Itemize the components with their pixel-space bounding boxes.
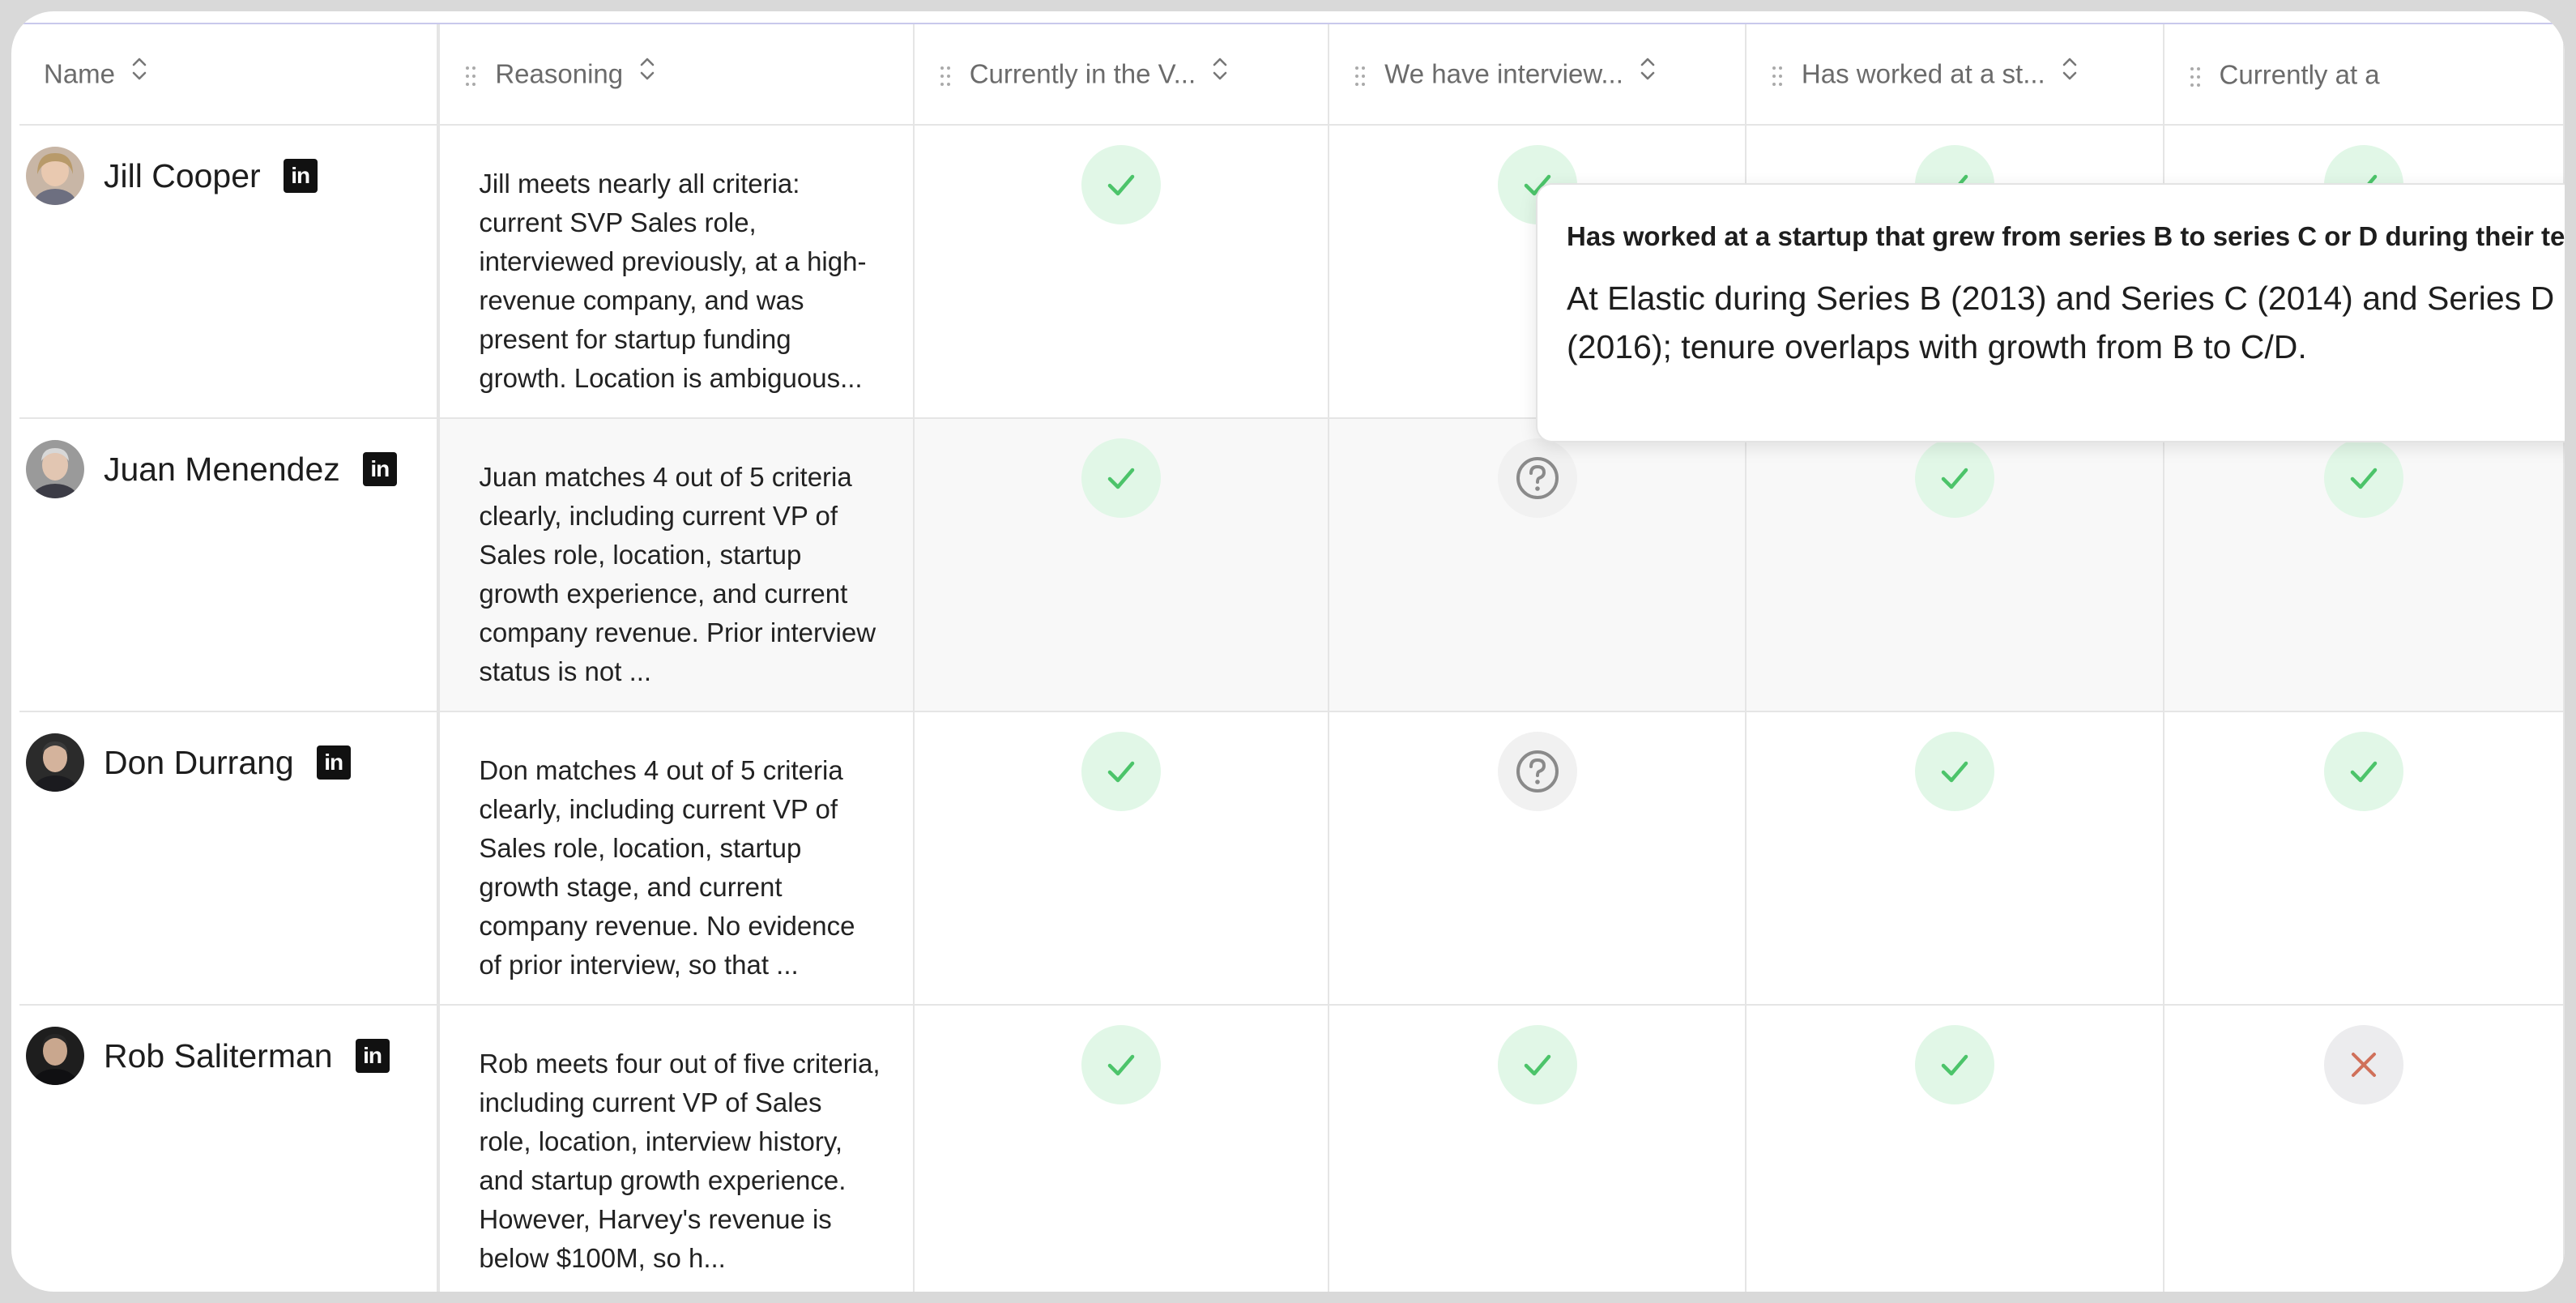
name-cell: Rob Saliterman in — [19, 1005, 441, 1292]
check-icon — [1941, 1054, 1968, 1076]
avatar — [26, 1027, 84, 1085]
column-header-currently-at[interactable]: Currently at a — [2163, 24, 2565, 126]
status-badge[interactable] — [1914, 1025, 1994, 1104]
person-name[interactable]: Juan Menendez — [104, 451, 340, 489]
app-window: Name Reasoning Currently in the V... We … — [11, 11, 2565, 1292]
sort-icon[interactable] — [2062, 55, 2078, 89]
name-cell: Jill Cooper in — [19, 125, 441, 419]
status-badge[interactable] — [2323, 732, 2403, 811]
status-badge[interactable] — [1914, 438, 1994, 518]
status-badge[interactable] — [2323, 438, 2403, 518]
question-circle-icon — [1516, 750, 1559, 792]
person-name[interactable]: Jill Cooper — [104, 157, 261, 195]
check-icon — [1107, 468, 1135, 489]
status-cell — [1329, 711, 1746, 1006]
tooltip-body: At Elastic during Series B (2013) and Se… — [1567, 280, 2555, 365]
avatar — [26, 733, 84, 792]
table-header-row: Name Reasoning Currently in the V... We … — [19, 24, 2565, 126]
drag-handle-icon[interactable] — [466, 62, 476, 86]
status-cell — [913, 418, 1330, 712]
status-cell — [2163, 711, 2565, 1006]
status-badge[interactable] — [1914, 732, 1994, 811]
status-cell — [1745, 418, 2164, 712]
question-circle-icon — [1516, 457, 1559, 499]
status-badge[interactable] — [1081, 438, 1161, 518]
status-badge[interactable] — [1081, 732, 1161, 811]
reasoning-cell: Jill meets nearly all criteria: current … — [438, 125, 915, 419]
status-badge[interactable] — [2323, 1025, 2403, 1104]
person-name[interactable]: Don Durrang — [104, 744, 294, 782]
linkedin-icon[interactable]: in — [283, 159, 318, 193]
column-header-name[interactable]: Name — [19, 24, 441, 126]
table-row: Rob Saliterman in Rob meets four out of … — [19, 1005, 2565, 1292]
status-cell — [1745, 1005, 2164, 1292]
avatar — [26, 440, 84, 498]
status-badge[interactable] — [1497, 732, 1577, 811]
status-cell — [2163, 1005, 2565, 1292]
reasoning-cell: Juan matches 4 out of 5 criteria clearly… — [438, 418, 915, 712]
criteria-tooltip: Has worked at a startup that grew from s… — [1536, 183, 2565, 442]
drag-handle-icon[interactable] — [1772, 62, 1782, 86]
sort-icon[interactable] — [131, 55, 147, 89]
person-name[interactable]: Rob Saliterman — [104, 1037, 333, 1075]
column-header-interviewed[interactable]: We have interview... — [1329, 24, 1746, 126]
name-cell: Don Durrang in — [19, 711, 441, 1006]
drag-handle-icon[interactable] — [2190, 63, 2200, 87]
check-icon — [2350, 468, 2378, 489]
status-cell — [913, 1005, 1330, 1292]
linkedin-icon[interactable]: in — [362, 452, 397, 486]
status-cell — [913, 711, 1330, 1006]
drag-handle-icon[interactable] — [940, 62, 950, 86]
linkedin-icon[interactable]: in — [316, 745, 351, 780]
status-badge[interactable] — [1081, 145, 1161, 224]
table-row: Juan Menendez in Juan matches 4 out of 5… — [19, 418, 2565, 712]
sort-icon[interactable] — [1212, 55, 1228, 89]
sort-icon[interactable] — [639, 55, 655, 89]
cross-icon — [2351, 1053, 2376, 1077]
check-icon — [1107, 1054, 1135, 1076]
status-cell — [1745, 711, 2164, 1006]
check-icon — [1941, 468, 1968, 489]
status-cell — [913, 125, 1330, 419]
name-cell: Juan Menendez in — [19, 418, 441, 712]
column-header-currently-in-role[interactable]: Currently in the V... — [913, 24, 1330, 126]
column-header-startup-growth[interactable]: Has worked at a st... — [1745, 24, 2164, 126]
column-header-reasoning[interactable]: Reasoning — [438, 24, 915, 126]
status-cell — [1329, 1005, 1746, 1292]
sort-icon[interactable] — [1640, 55, 1656, 89]
linkedin-icon[interactable]: in — [355, 1039, 390, 1073]
check-icon — [1107, 174, 1135, 196]
reasoning-cell: Don matches 4 out of 5 criteria clearly,… — [438, 711, 915, 1006]
avatar — [26, 147, 84, 205]
check-icon — [1524, 1054, 1550, 1076]
status-badge[interactable] — [1497, 1025, 1577, 1104]
reasoning-cell: Rob meets four out of five criteria, inc… — [438, 1005, 915, 1292]
check-icon — [1107, 761, 1135, 783]
drag-handle-icon[interactable] — [1355, 62, 1366, 86]
tooltip-title: Has worked at a startup that grew from s… — [1567, 221, 2565, 251]
table-row: Don Durrang in Don matches 4 out of 5 cr… — [19, 711, 2565, 1006]
status-cell — [1329, 418, 1746, 712]
status-cell — [2163, 418, 2565, 712]
status-badge[interactable] — [1081, 1025, 1161, 1104]
status-badge[interactable] — [1497, 438, 1577, 518]
check-icon — [2350, 761, 2378, 783]
check-icon — [1941, 761, 1968, 783]
